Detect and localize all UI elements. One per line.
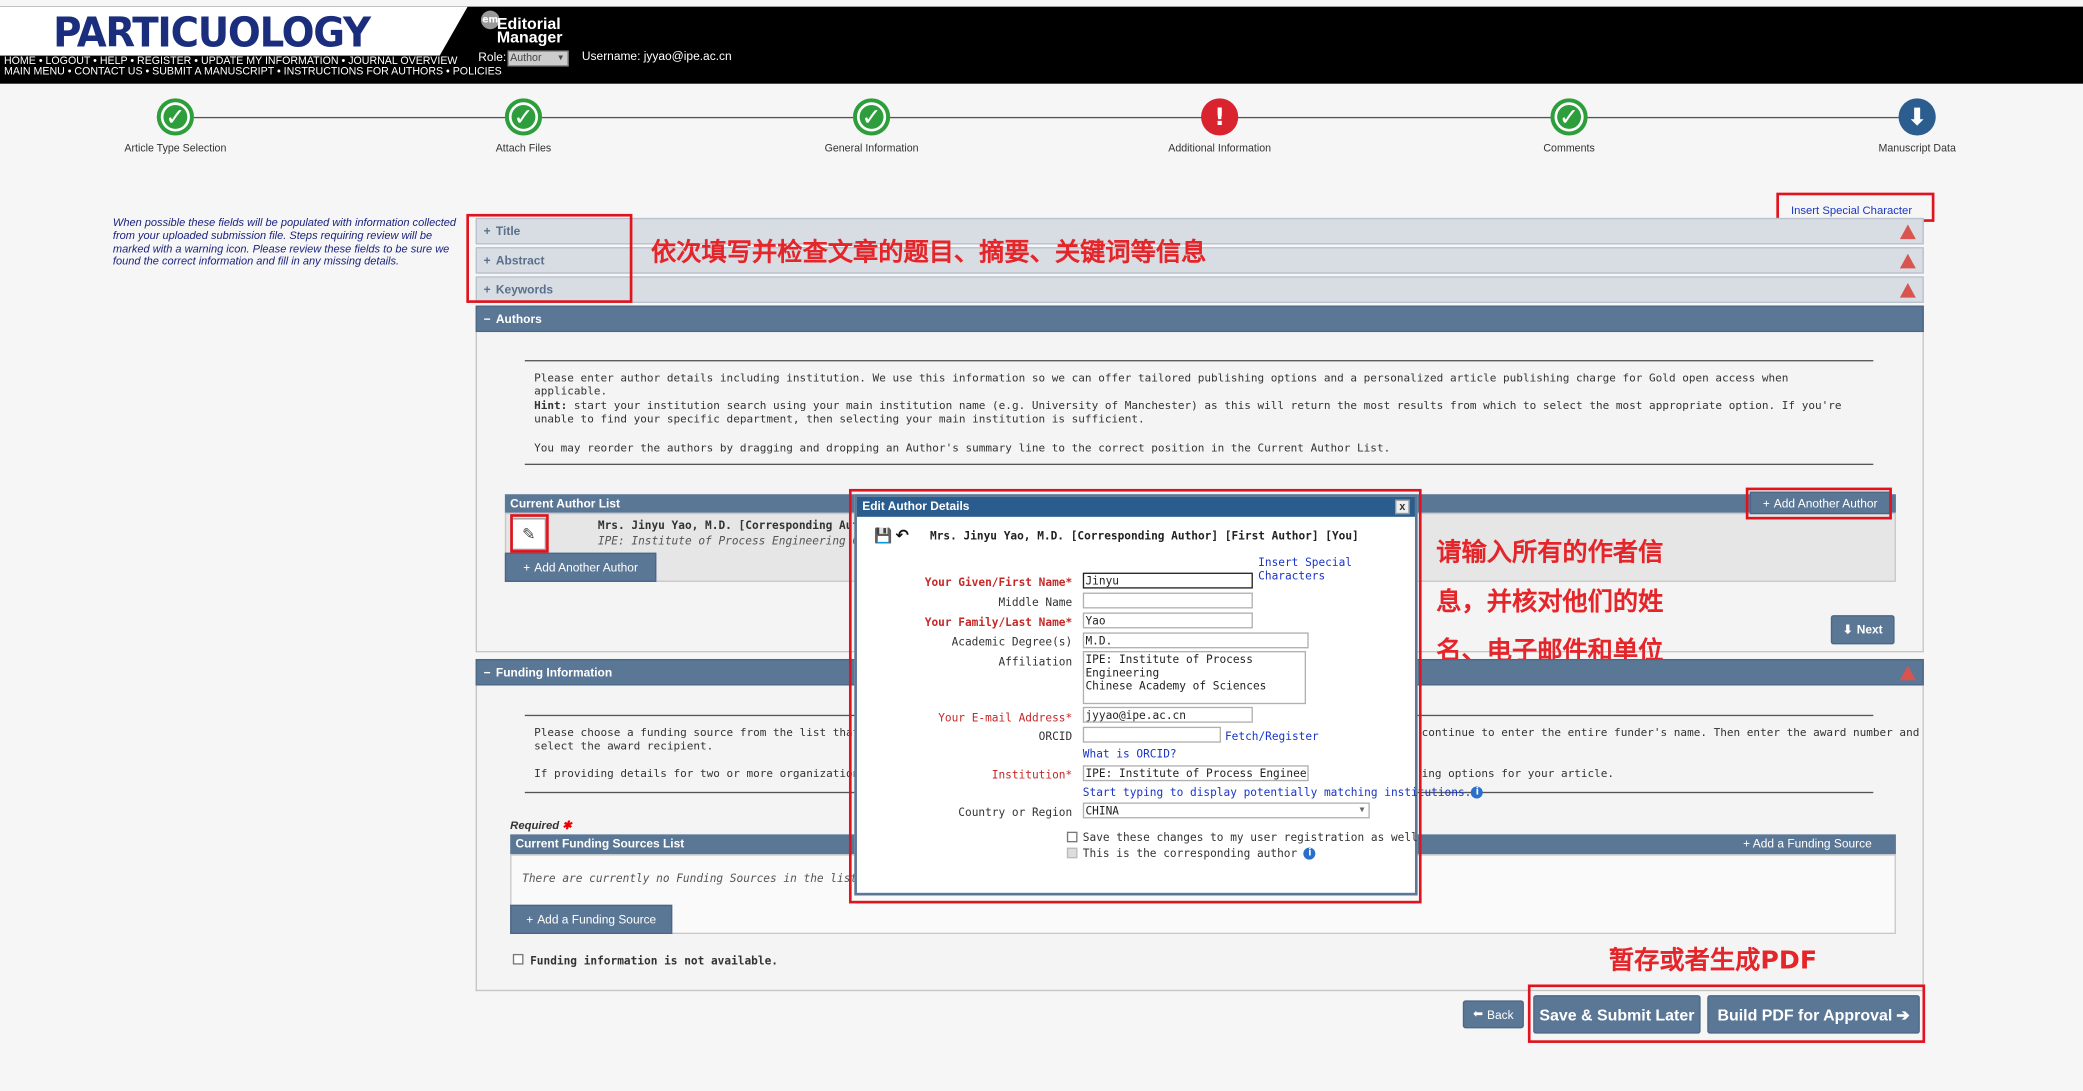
collapse-icon: − xyxy=(483,312,491,326)
down-arrow-icon: ⬇ xyxy=(1842,622,1853,636)
annotation-box-sections xyxy=(466,213,633,303)
no-funding-message: There are currently no Funding Sources i… xyxy=(522,871,858,885)
step-label: Additional Information xyxy=(1168,142,1272,155)
step-manuscript-data[interactable]: ⬇ Manuscript Data xyxy=(1851,98,1984,154)
warning-icon xyxy=(1899,665,1916,681)
check-icon: ✓ xyxy=(852,98,891,136)
next-button[interactable]: ⬇ Next xyxy=(1830,615,1895,645)
warning-icon xyxy=(1899,282,1916,298)
annotation-authors-line1: 请输入所有的作者信 xyxy=(1436,538,1664,568)
divider xyxy=(524,360,1874,362)
section-keywords[interactable]: + Keywords xyxy=(475,276,1924,303)
author-list-title: Current Author List xyxy=(510,496,621,511)
plus-icon: + xyxy=(523,560,531,574)
funding-not-available-label: Funding information is not available. xyxy=(530,953,778,968)
funding-text-1c: continue to enter the entire funder's na… xyxy=(1421,725,1920,739)
logo-banner: PARTICUOLOGY xyxy=(0,6,468,56)
plus-icon: + xyxy=(526,912,534,927)
annotation-authors-line2: 息，并核对他们的姓 xyxy=(1436,587,1664,617)
section-funding-label: Funding Information xyxy=(495,665,613,679)
progress-line xyxy=(178,116,1919,119)
divider xyxy=(524,463,1874,466)
author-summary-name[interactable]: Mrs. Jinyu Yao, M.D. [Corresponding Aut xyxy=(598,518,859,531)
annotation-box-buttons xyxy=(1527,984,1926,1043)
section-authors-label: Authors xyxy=(495,312,542,326)
page: PARTICUOLOGY HOME • LOGOUT • HELP • REGI… xyxy=(0,0,2083,1091)
step-label: General Information xyxy=(824,142,919,155)
step-label: Article Type Selection xyxy=(124,142,227,155)
authors-hint-text: Hint: start your institution search usin… xyxy=(534,399,1863,426)
role-label: Role: xyxy=(478,50,507,64)
step-label: Attach Files xyxy=(495,142,552,155)
annotation-box-edit-icon xyxy=(510,514,549,553)
header: PARTICUOLOGY HOME • LOGOUT • HELP • REGI… xyxy=(0,6,2083,84)
role-value: Author xyxy=(510,51,542,64)
journal-logo[interactable]: PARTICUOLOGY xyxy=(53,9,371,56)
hint-label: Hint: xyxy=(534,398,568,412)
warning-icon xyxy=(1899,253,1916,269)
plus-icon: + xyxy=(1743,837,1753,851)
section-authors[interactable]: − Authors xyxy=(475,305,1924,333)
back-button[interactable]: ⬅ Back xyxy=(1462,1000,1524,1029)
nav-links-secondary[interactable]: MAIN MENU • CONTACT US • SUBMIT A MANUSC… xyxy=(4,65,502,77)
required-text: Required xyxy=(510,818,560,832)
back-arrow-icon: ⬅ xyxy=(1473,1007,1484,1021)
username-display: Username: jyyao@ipe.ac.cn xyxy=(581,49,732,63)
check-icon: ✓ xyxy=(1550,98,1588,136)
funding-text-2b: ing options for your article. xyxy=(1421,766,1615,780)
step-label: Manuscript Data xyxy=(1878,142,1956,155)
step-additional-information[interactable]: ! Additional Information xyxy=(1153,98,1286,154)
annotation-save: 暂存或者生成PDF xyxy=(1608,945,1818,976)
add-funding-label: Add a Funding Source xyxy=(537,912,657,927)
add-funding-source-button[interactable]: + Add a Funding Source xyxy=(510,904,673,935)
required-label: Required ✱ xyxy=(510,818,572,833)
step-comments[interactable]: ✓ Comments xyxy=(1503,98,1636,154)
back-label: Back xyxy=(1487,1007,1514,1022)
annotation-box-add-author xyxy=(1745,487,1892,520)
editorial-manager-logo: Editorial Manager xyxy=(496,14,563,47)
chevron-down-icon: ▼ xyxy=(556,54,565,63)
annotation-sections: 依次填写并检查文章的题目、摘要、关键词等信息 xyxy=(651,237,1207,268)
step-label: Comments xyxy=(1543,142,1595,155)
funding-list-title: Current Funding Sources List xyxy=(515,837,685,851)
funding-text-1b: select the award recipient. xyxy=(534,738,714,752)
review-note: When possible these fields will be popul… xyxy=(112,215,457,268)
funding-not-available-checkbox[interactable] xyxy=(512,953,524,965)
add-another-author-button-bottom[interactable]: + Add Another Author xyxy=(504,552,657,582)
next-label: Next xyxy=(1856,623,1883,637)
exclamation-icon: ! xyxy=(1201,98,1239,136)
collapse-icon: − xyxy=(483,665,491,679)
authors-intro-text: Please enter author details including in… xyxy=(534,370,1789,398)
authors-reorder-text: You may reorder the authors by dragging … xyxy=(534,441,1391,455)
step-general-information[interactable]: ✓ General Information xyxy=(805,98,938,154)
role-select[interactable]: Author ▼ xyxy=(507,50,569,67)
info-icon[interactable]: i xyxy=(1471,786,1484,799)
add-funding-label: Add a Funding Source xyxy=(1752,837,1872,851)
annotation-box-modal xyxy=(848,488,1422,904)
add-funding-source-link-top[interactable]: + Add a Funding Source xyxy=(1743,837,1872,850)
check-icon: ✓ xyxy=(156,98,194,136)
warning-icon xyxy=(1899,224,1916,240)
add-author-label: Add Another Author xyxy=(534,560,638,574)
required-asterisk: ✱ xyxy=(559,818,572,832)
hint-body: start your institution search using your… xyxy=(534,398,1842,426)
step-attach-files[interactable]: ✓ Attach Files xyxy=(457,98,590,154)
check-icon: ✓ xyxy=(504,98,543,136)
down-arrow-icon: ⬇ xyxy=(1898,98,1936,136)
step-article-type[interactable]: ✓ Article Type Selection xyxy=(109,98,242,154)
